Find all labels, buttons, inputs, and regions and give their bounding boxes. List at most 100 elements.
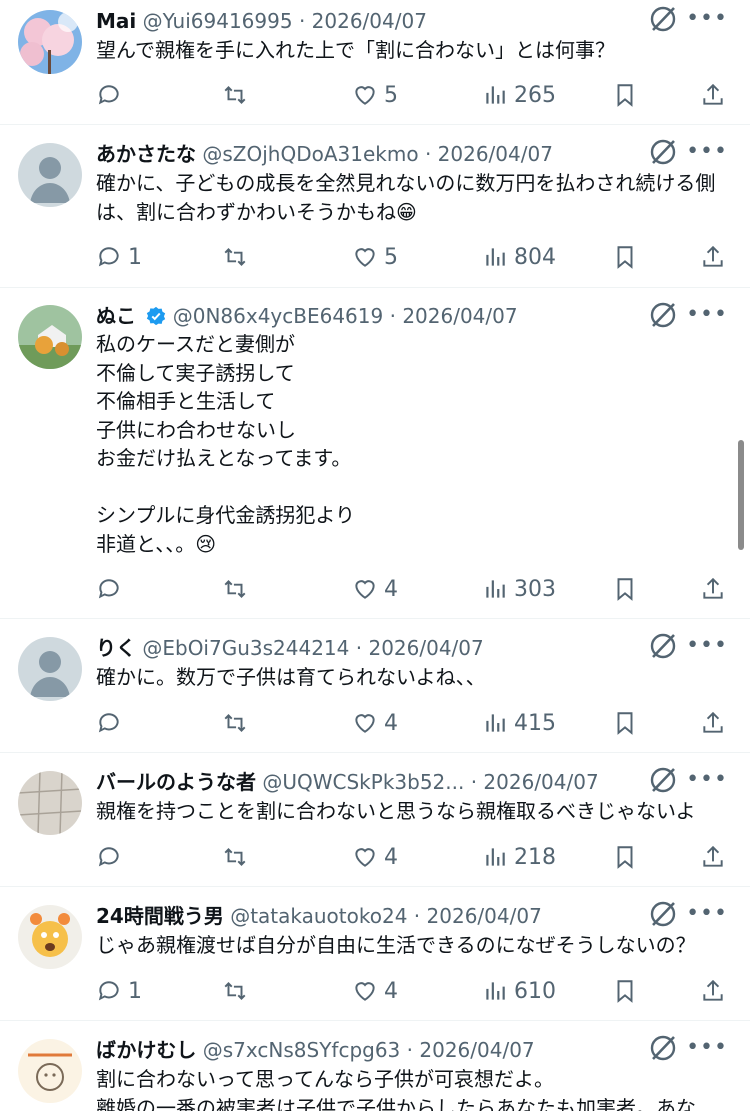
views-button[interactable]: 265 — [482, 78, 556, 112]
bookmark-button[interactable] — [612, 974, 638, 1008]
display-name[interactable]: りく — [96, 636, 136, 660]
handle[interactable]: @UQWCSkPk3b52... — [262, 770, 464, 794]
reply-button[interactable] — [96, 840, 128, 874]
reply-button[interactable] — [96, 78, 128, 112]
share-icon — [703, 711, 723, 733]
retweet-button[interactable] — [222, 974, 248, 1008]
bookmark-button[interactable] — [612, 840, 638, 874]
avatar[interactable] — [18, 10, 82, 74]
action-bar: 4 218 — [96, 840, 730, 874]
retweet-button[interactable] — [222, 78, 248, 112]
share-button[interactable] — [700, 974, 726, 1008]
avatar[interactable] — [18, 905, 82, 969]
handle[interactable]: @Yui69416995 — [143, 9, 293, 33]
separator-dot: · — [413, 904, 421, 928]
avatar[interactable] — [18, 1039, 82, 1103]
bookmark-icon — [617, 846, 633, 869]
post[interactable]: あかさたな @sZOjhQDoA31ekmo · 2026/04/07 ••• … — [0, 125, 750, 288]
like-button[interactable]: 5 — [352, 240, 398, 274]
views-button[interactable]: 218 — [482, 840, 556, 874]
more-icon[interactable]: ••• — [686, 8, 728, 30]
retweet-button[interactable] — [222, 240, 248, 274]
post[interactable]: ぬこ @0N86x4ycBE64619 · 2026/04/07 ••• 私のケ… — [0, 288, 750, 619]
handle[interactable]: @sZOjhQDoA31ekmo — [202, 142, 418, 166]
like-button[interactable]: 4 — [352, 572, 398, 606]
retweet-button[interactable] — [222, 572, 248, 606]
grok-icon[interactable] — [648, 631, 678, 661]
bookmark-button[interactable] — [612, 78, 638, 112]
bookmark-button[interactable] — [612, 240, 638, 274]
share-button[interactable] — [700, 78, 726, 112]
scrollbar[interactable] — [738, 440, 744, 550]
like-button[interactable]: 4 — [352, 974, 398, 1008]
action-bar: 5 265 — [96, 78, 730, 112]
reply-button[interactable]: 1 — [96, 240, 142, 274]
grok-icon[interactable] — [648, 1033, 678, 1063]
like-count: 4 — [384, 978, 398, 1004]
bookmark-icon — [617, 246, 633, 269]
views-button[interactable]: 804 — [482, 240, 556, 274]
handle[interactable]: @EbOi7Gu3s244214 — [142, 636, 349, 660]
grok-icon[interactable] — [648, 765, 678, 795]
separator-dot: · — [389, 304, 396, 328]
display-name[interactable]: 24時間戦う男 — [96, 904, 224, 928]
handle[interactable]: @tatakauotoko24 — [230, 904, 407, 928]
post-date[interactable]: 2026/04/07 — [438, 142, 553, 166]
grok-icon[interactable] — [648, 899, 678, 929]
reply-button[interactable] — [96, 572, 128, 606]
more-icon[interactable]: ••• — [686, 1037, 728, 1059]
post-date[interactable]: 2026/04/07 — [427, 904, 542, 928]
handle[interactable]: @s7xcNs8SYfcpg63 — [203, 1038, 401, 1062]
post-date[interactable]: 2026/04/07 — [312, 9, 427, 33]
grok-icon[interactable] — [648, 137, 678, 167]
display-name[interactable]: ぬこ — [96, 304, 136, 328]
retweet-button[interactable] — [222, 706, 248, 740]
post-date[interactable]: 2026/04/07 — [402, 304, 517, 328]
like-button[interactable]: 4 — [352, 706, 398, 740]
retweet-button[interactable] — [222, 840, 248, 874]
views-icon — [486, 248, 505, 266]
reply-icon — [98, 847, 119, 867]
display-name[interactable]: Mai — [96, 9, 136, 33]
views-button[interactable]: 610 — [482, 974, 556, 1008]
post[interactable]: りく @EbOi7Gu3s244214 · 2026/04/07 ••• 確かに… — [0, 619, 750, 753]
post[interactable]: Mai @Yui69416995 · 2026/04/07 ••• 望んで親権を… — [0, 0, 750, 125]
post[interactable]: バールのような者 @UQWCSkPk3b52... · 2026/04/07 •… — [0, 753, 750, 887]
bookmark-button[interactable] — [612, 572, 638, 606]
display-name[interactable]: あかさたな — [96, 142, 196, 166]
post-text: じゃあ親権渡せば自分が自由に生活できるのになぜそうしないの？ — [96, 933, 696, 957]
display-name[interactable]: バールのような者 — [96, 770, 256, 794]
display-name[interactable]: ばかけむし — [96, 1038, 196, 1062]
post-date[interactable]: 2026/04/07 — [483, 770, 598, 794]
more-icon[interactable]: ••• — [686, 635, 728, 657]
more-icon[interactable]: ••• — [686, 903, 728, 925]
share-button[interactable] — [700, 572, 726, 606]
like-button[interactable]: 4 — [352, 840, 398, 874]
like-button[interactable]: 5 — [352, 78, 398, 112]
share-button[interactable] — [700, 240, 726, 274]
post[interactable]: ばかけむし @s7xcNs8SYfcpg63 · 2026/04/07 ••• … — [0, 1021, 750, 1111]
post[interactable]: 24時間戦う男 @tatakauotoko24 · 2026/04/07 •••… — [0, 887, 750, 1021]
reply-button[interactable] — [96, 706, 128, 740]
avatar[interactable] — [18, 305, 82, 369]
avatar[interactable] — [18, 771, 82, 835]
reply-button[interactable]: 1 — [96, 974, 142, 1008]
handle[interactable]: @0N86x4ycBE64619 — [173, 304, 384, 328]
share-button[interactable] — [700, 840, 726, 874]
post-date[interactable]: 2026/04/07 — [368, 636, 483, 660]
views-button[interactable]: 415 — [482, 706, 556, 740]
more-icon[interactable]: ••• — [686, 141, 728, 163]
grok-icon[interactable] — [648, 300, 678, 330]
bookmark-button[interactable] — [612, 706, 638, 740]
more-icon[interactable]: ••• — [686, 769, 728, 791]
post-header: Mai @Yui69416995 · 2026/04/07 — [96, 6, 630, 36]
share-button[interactable] — [700, 706, 726, 740]
avatar[interactable] — [18, 637, 82, 701]
more-icon[interactable]: ••• — [686, 304, 728, 326]
post-date[interactable]: 2026/04/07 — [419, 1038, 534, 1062]
views-button[interactable]: 303 — [482, 572, 556, 606]
grok-icon[interactable] — [648, 4, 678, 34]
separator-dot: · — [298, 9, 306, 33]
avatar[interactable] — [18, 143, 82, 207]
retweet-icon — [224, 982, 246, 1000]
